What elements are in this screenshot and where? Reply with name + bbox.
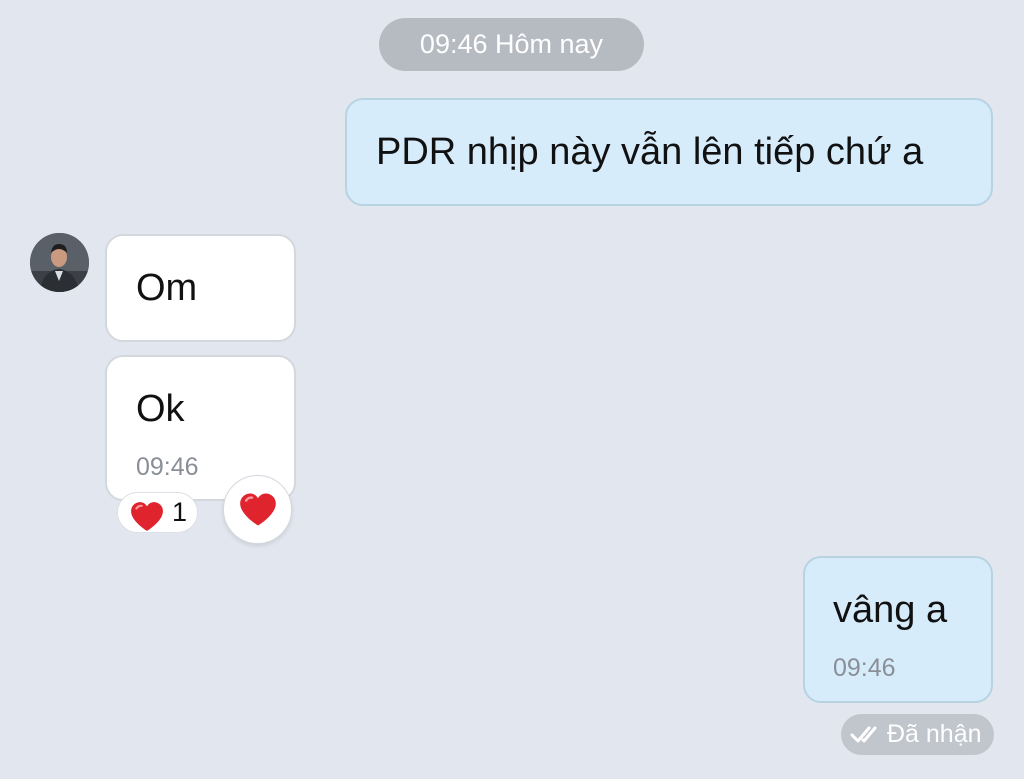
contact-avatar[interactable]: [30, 233, 89, 292]
outgoing-message-bubble[interactable]: PDR nhịp này vẫn lên tiếp chứ a: [345, 98, 993, 206]
double-check-icon: [850, 726, 877, 743]
avatar-photo: [30, 233, 89, 292]
reaction-badge[interactable]: 1: [117, 492, 198, 533]
message-text: vâng a: [833, 589, 948, 631]
react-button[interactable]: [223, 475, 292, 544]
message-time: 09:46: [136, 453, 199, 481]
reaction-count: 1: [172, 497, 188, 527]
outgoing-message-bubble[interactable]: vâng a 09:46: [803, 556, 993, 703]
date-separator-day: Hôm nay: [495, 29, 604, 59]
delivery-status: Đã nhận: [841, 714, 994, 755]
incoming-message-bubble[interactable]: Om: [105, 234, 296, 342]
message-text: PDR nhịp này vẫn lên tiếp chứ a: [376, 131, 924, 173]
heart-icon: [131, 502, 163, 531]
date-separator: 09:46 Hôm nay: [379, 18, 644, 71]
delivery-status-text: Đã nhận: [887, 720, 982, 748]
date-separator-time: 09:46: [419, 29, 488, 59]
message-time: 09:46: [833, 654, 896, 682]
message-text: Ok: [136, 388, 185, 430]
message-text: Om: [136, 267, 198, 309]
heart-icon: [240, 493, 276, 526]
